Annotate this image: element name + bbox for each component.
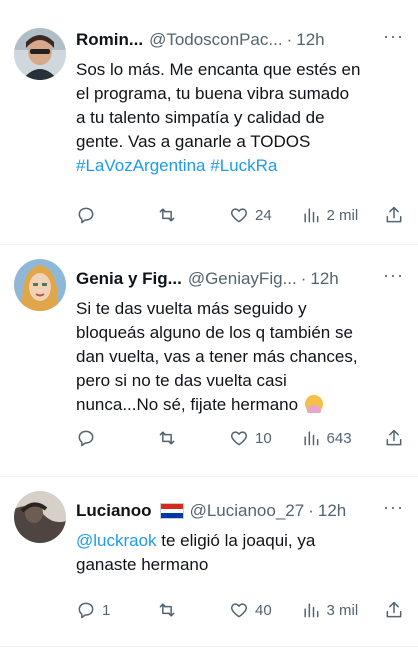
tweet-line: a tu talento simpatía y calidad de — [76, 108, 325, 127]
mention-link[interactable]: @luckraok — [76, 531, 157, 550]
display-name[interactable]: Romin... — [76, 28, 143, 52]
heart-icon — [230, 431, 248, 446]
share-icon — [386, 601, 402, 618]
separator-dot: · — [286, 30, 293, 49]
heart-icon — [230, 208, 248, 223]
paraguay-flag-icon — [159, 503, 184, 519]
views-chart-icon — [303, 431, 318, 446]
timestamp[interactable]: 12h — [310, 267, 338, 291]
hashtag-link[interactable]: #LuckRa — [210, 156, 277, 175]
retweet-icon — [160, 603, 175, 617]
views-button[interactable]: 2 mil — [301, 205, 384, 225]
retweet-icon — [160, 208, 175, 222]
display-name[interactable]: Lucianoo — [76, 499, 152, 523]
reply-icon — [78, 430, 94, 447]
reply-button[interactable]: 1 — [76, 600, 157, 620]
view-count: 2 mil — [326, 206, 359, 224]
tweet-line: Si te das vuelta más seguido y — [76, 299, 307, 318]
tweet-line: pero si no te das vuelta casi — [76, 371, 287, 390]
separator-dot: · — [300, 269, 307, 288]
tweet-line: @luckraok te eligió la joaqui, ya — [76, 529, 404, 553]
timestamp[interactable]: 12h — [318, 499, 346, 523]
tweet-actions: 10 643 — [76, 427, 404, 449]
retweet-button[interactable] — [157, 428, 229, 448]
share-button[interactable] — [384, 428, 404, 448]
avatar[interactable] — [14, 28, 66, 80]
views-chart-icon — [303, 208, 318, 223]
user-handle[interactable]: @TodosconPac... — [149, 28, 283, 52]
tweet-line: gente. Vas a ganarle a TODOS — [76, 132, 311, 151]
like-button[interactable]: 24 — [229, 205, 301, 225]
tweet-text: Si te das vuelta más seguido y bloqueás … — [76, 297, 404, 417]
views-chart-icon — [303, 603, 318, 618]
display-name[interactable]: Genia y Fig... — [76, 267, 182, 291]
share-button[interactable] — [384, 205, 404, 225]
woman-shrugging-emoji-icon — [304, 395, 323, 413]
reply-button[interactable] — [76, 428, 157, 448]
more-options-icon[interactable]: ··· — [383, 265, 404, 286]
like-button[interactable]: 40 — [229, 600, 301, 620]
avatar-photo — [14, 491, 66, 543]
retweet-icon — [160, 431, 175, 445]
tweet-feed: Romin... @TodosconPac... · 12h ··· Sos l… — [0, 0, 418, 647]
hashtag-line: #LaVozArgentina #LuckRa — [76, 154, 404, 178]
like-count: 10 — [255, 429, 272, 447]
tweet-actions: 1 40 3 mil — [76, 599, 404, 621]
like-count: 40 — [255, 601, 272, 619]
user-handle[interactable]: @Lucianoo_27 — [190, 499, 305, 523]
view-count: 3 mil — [326, 601, 359, 619]
tweet-line-last: nunca...No sé, fijate hermano — [76, 393, 404, 417]
tweet[interactable]: Romin... @TodosconPac... · 12h ··· Sos l… — [0, 0, 418, 245]
tweet-line: ganaste hermano — [76, 555, 209, 574]
like-count: 24 — [255, 206, 272, 224]
retweet-button[interactable] — [157, 600, 229, 620]
hashtag-link[interactable]: #LaVozArgentina — [76, 156, 206, 175]
tweet-line: el programa, tu buena vibra sumado — [76, 84, 350, 103]
user-handle[interactable]: @GeniayFig... — [188, 267, 297, 291]
heart-icon — [230, 603, 248, 618]
share-icon — [386, 429, 402, 446]
share-icon — [386, 206, 402, 223]
tweet[interactable]: Genia y Fig... @GeniayFig... · 12h ··· S… — [0, 245, 418, 477]
more-options-icon[interactable]: ··· — [383, 26, 404, 47]
reply-button[interactable] — [76, 205, 157, 225]
timestamp[interactable]: 12h — [296, 28, 324, 52]
tweet-text: Sos lo más. Me encanta que estés en el p… — [76, 58, 404, 178]
reply-icon — [78, 602, 94, 619]
avatar[interactable] — [14, 491, 66, 543]
tweet-line: Sos lo más. Me encanta que estés en — [76, 60, 361, 79]
views-button[interactable]: 3 mil — [301, 600, 384, 620]
views-button[interactable]: 643 — [301, 428, 384, 448]
reply-count: 1 — [102, 601, 111, 619]
avatar-photo — [14, 28, 66, 80]
separator-dot: · — [308, 501, 314, 520]
tweet[interactable]: Lucianoo @Lucianoo_27 · 12h ··· @luckrao… — [0, 477, 418, 647]
avatar[interactable] — [14, 259, 66, 311]
more-options-icon[interactable]: ··· — [383, 497, 404, 518]
reply-icon — [78, 207, 94, 224]
tweet-text: @luckraok te eligió la joaqui, ya ganast… — [76, 529, 404, 577]
retweet-button[interactable] — [157, 205, 229, 225]
avatar-illustration — [14, 259, 66, 311]
tweet-line: bloqueás alguno de los q también se — [76, 323, 353, 342]
tweet-line: dan vuelta, vas a tener más chances, — [76, 347, 358, 366]
view-count: 643 — [326, 429, 352, 447]
tweet-line-text: te eligió la joaqui, ya — [156, 531, 316, 550]
tweet-line: nunca...No sé, fijate hermano — [76, 395, 299, 414]
tweet-actions: 24 2 mil — [76, 204, 404, 226]
share-button[interactable] — [384, 600, 404, 620]
like-button[interactable]: 10 — [229, 428, 301, 448]
